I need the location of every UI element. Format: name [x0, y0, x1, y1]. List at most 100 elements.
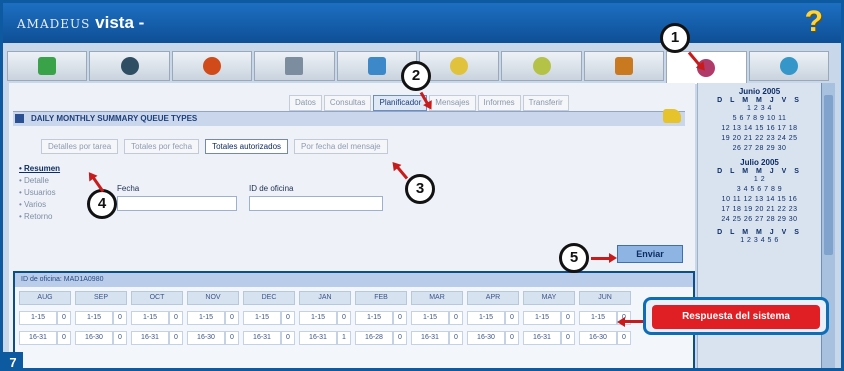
table-cell: 1-150: [467, 311, 519, 325]
callout-arrow-5: [591, 253, 617, 263]
count-value: 0: [281, 311, 295, 325]
callout-1: 1: [660, 23, 690, 53]
office-id-input[interactable]: [249, 196, 383, 211]
lamp-icon[interactable]: [419, 51, 500, 81]
count-value: 0: [393, 311, 407, 325]
table-row: 16-31 0 16-30 0 16-31 0 16-30 0 16-31 0 16-31 1 16-2…: [15, 331, 693, 345]
table-cell: 16-30 0: [467, 331, 519, 345]
date-range: 1-15: [299, 311, 337, 325]
nav-retorno[interactable]: • Retorno: [19, 211, 97, 223]
date-range: 1-15: [243, 311, 281, 325]
send-button[interactable]: Enviar: [617, 245, 683, 263]
plane-icon[interactable]: [7, 51, 88, 81]
calendar-week-row[interactable]: 1 2 3 4 5 6: [698, 236, 821, 246]
nav-varios-label: Varios: [24, 200, 47, 209]
date-range: 1-15: [355, 311, 393, 325]
coins-icon[interactable]: [501, 51, 582, 81]
month-header: JUN: [579, 291, 631, 305]
globe-icon[interactable]: [89, 51, 170, 81]
callout-2: 2: [401, 61, 431, 91]
pencil-icon[interactable]: [663, 109, 681, 123]
left-nav: • Resumen • Detalle • Usuarios • Varios …: [19, 163, 97, 223]
count-value: 0: [225, 331, 239, 345]
tab-detalles-tarea[interactable]: Detalles por tarea: [41, 139, 119, 154]
month-header: AUG: [19, 291, 71, 305]
month-header: SEP: [75, 291, 127, 305]
calendar-week-row[interactable]: 19 20 21 22 23 24 25: [698, 134, 821, 144]
calendar-week-row[interactable]: 3 4 5 6 7 8 9: [698, 185, 821, 195]
table-cell: 16-31 0: [523, 331, 575, 345]
tab-fecha-mensaje[interactable]: Por fecha del mensaje: [294, 139, 388, 154]
tab-planificador[interactable]: Planificador: [373, 95, 428, 111]
count-value: 0: [393, 331, 407, 345]
count-value: 0: [169, 331, 183, 345]
scrollbar-thumb[interactable]: [824, 95, 833, 255]
table-cell: 16-31 1: [299, 331, 351, 345]
calendar-week-row[interactable]: 26 27 28 29 30: [698, 144, 821, 154]
month-header: OCT: [131, 291, 183, 305]
date-range: 1-15: [579, 311, 617, 325]
date-range: 1-15: [523, 311, 561, 325]
nav-varios[interactable]: • Varios: [19, 199, 97, 211]
table-cell: 1-150: [299, 311, 351, 325]
date-range: 16-31: [523, 331, 561, 345]
calendar-week-row[interactable]: 12 13 14 15 16 17 18: [698, 124, 821, 134]
calendar-week-row[interactable]: 1 2: [698, 175, 821, 185]
callout-5: 5: [559, 243, 589, 273]
office-id-label: ID de oficina: [249, 184, 294, 193]
table-row: 1-15 0 1-15 0 1-15 0 1-15 0 1-15 0 1-15 0 1-15 0 1-15 0…: [15, 311, 693, 325]
tab-totales-autorizados[interactable]: Totales autorizados: [205, 139, 289, 154]
table-cell: 16-31 0: [243, 331, 295, 345]
calendar-weekdays: D L M M J V S: [717, 168, 802, 175]
calendar-week-row[interactable]: 24 25 26 27 28 29 30: [698, 215, 821, 225]
date-input[interactable]: [117, 196, 237, 211]
count-value: 0: [449, 331, 463, 345]
date-range: 16-30: [187, 331, 225, 345]
table-cell: 16-31 0: [19, 331, 71, 345]
calendar-month: Julio 2005 D L M M J V S1 23 4 5 6 7 8 91…: [698, 158, 821, 225]
title-bar: AMADEUS vista - ?: [3, 3, 841, 43]
tab-consultas[interactable]: Consultas: [323, 95, 372, 111]
tab-transferir[interactable]: Transferir: [522, 95, 569, 111]
table-cell: 16-30 0: [579, 331, 631, 345]
tab-datos[interactable]: Datos: [289, 95, 322, 111]
date-range: 16-31: [19, 331, 57, 345]
count-value: 0: [617, 331, 631, 345]
month-header: DEC: [243, 291, 295, 305]
calendar-week-row[interactable]: 1 2 3 4: [698, 104, 821, 114]
brand-small: AMADEUS: [17, 17, 91, 31]
response-note: Respuesta del sistema: [643, 297, 829, 335]
calendar-month: D L M M J V S1 2 3 4 5 6: [698, 229, 821, 246]
view-tabs: Detalles por tarea Totales por fecha Tot…: [41, 139, 388, 154]
calendar-week-row[interactable]: 17 18 19 20 21 22 23: [698, 205, 821, 215]
bag-icon[interactable]: [583, 51, 665, 81]
calendar-week-row[interactable]: 5 6 7 8 9 10 11: [698, 114, 821, 124]
tab-mensajes[interactable]: Mensajes: [429, 95, 476, 111]
table-cell: 16-31 0: [131, 331, 183, 345]
table-cell: 16-30 0: [75, 331, 127, 345]
date-range: 1-15: [131, 311, 169, 325]
earth-icon[interactable]: [748, 51, 830, 81]
count-value: 1: [337, 331, 351, 345]
calendar-week-row[interactable]: 10 11 12 13 14 15 16: [698, 195, 821, 205]
date-range: 1-15: [467, 311, 505, 325]
brand-main-menu[interactable]: vista -: [95, 13, 144, 32]
network-icon[interactable]: [254, 51, 335, 81]
callout-7: 7: [3, 352, 23, 368]
moon-icon[interactable]: [171, 51, 253, 81]
table-cell: 1-150: [75, 311, 127, 325]
count-value: 0: [57, 331, 71, 345]
nav-usuarios[interactable]: • Usuarios: [19, 187, 97, 199]
section-title: DAILY MONTHLY SUMMARY QUEUE TYPES: [31, 114, 198, 123]
date-range: 16-31: [243, 331, 281, 345]
count-value: 0: [225, 311, 239, 325]
count-value: 0: [113, 311, 127, 325]
help-icon[interactable]: ?: [805, 5, 823, 39]
count-value: 0: [505, 311, 519, 325]
table-cell: 1-150: [19, 311, 71, 325]
month-header-row: AUG SEP OCT NOV DEC JAN FEB MAR APR MAY JUN: [15, 291, 693, 305]
response-note-label: Respuesta del sistema: [652, 305, 820, 329]
tab-informes[interactable]: Informes: [477, 95, 521, 111]
tab-totales-fecha[interactable]: Totales por fecha: [124, 139, 200, 154]
calendar-weekdays: D L M M J V S: [717, 97, 802, 104]
